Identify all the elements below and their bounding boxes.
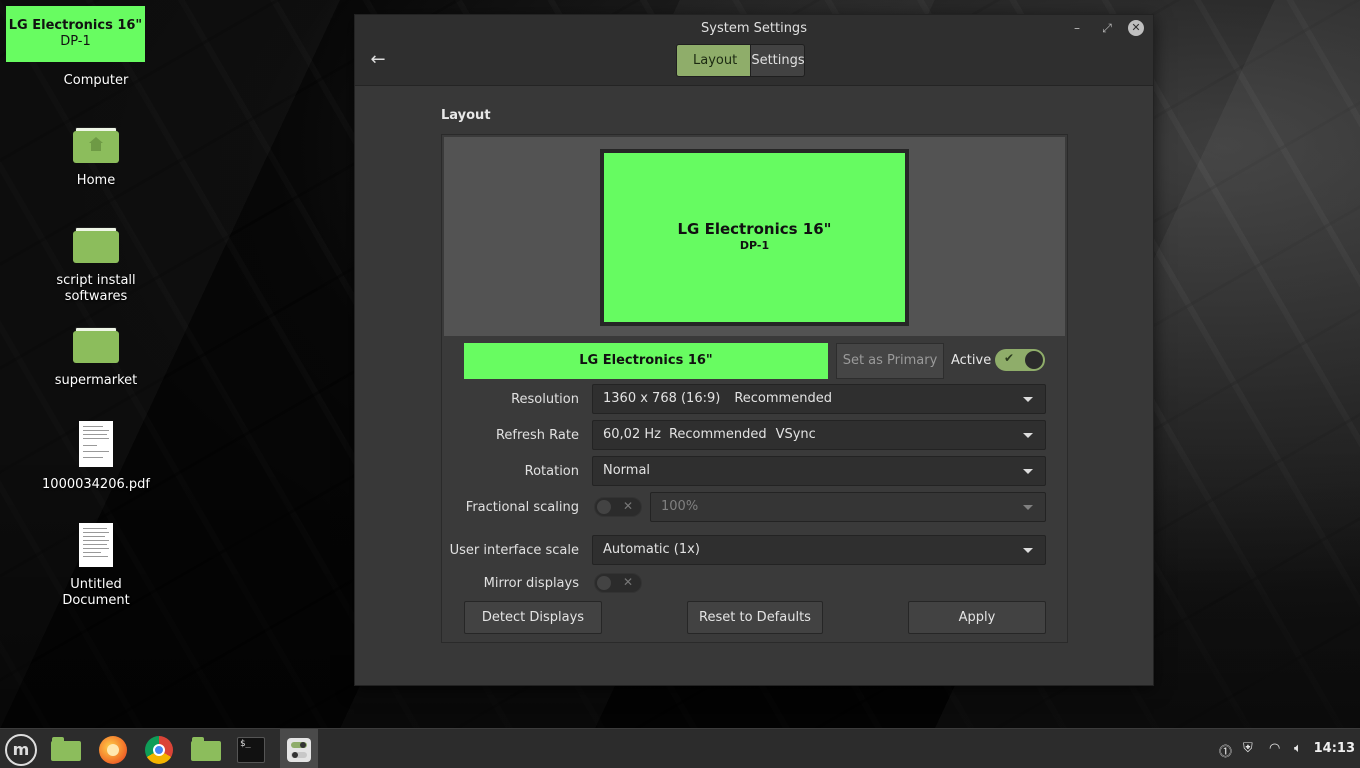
refresh-rate-vsync: VSync <box>775 427 816 442</box>
toggle-knob <box>597 500 611 514</box>
tab-layout[interactable]: Layout <box>676 44 751 77</box>
monitor-preview[interactable]: LG Electronics 16" DP-1 <box>600 149 909 326</box>
close-icon[interactable]: ✕ <box>1128 20 1144 36</box>
desktop-icon-label: supermarket <box>54 373 138 388</box>
folder-icon <box>73 227 119 263</box>
window-titlebar[interactable]: System Settings – ⤢ ✕ ← Layout Settings <box>355 15 1153 86</box>
view-switcher: Layout Settings <box>676 44 805 77</box>
detect-displays-button[interactable]: Detect Displays <box>464 601 602 634</box>
x-icon: ✕ <box>622 499 633 513</box>
monitor-arrangement-area[interactable]: LG Electronics 16" DP-1 <box>444 137 1065 336</box>
taskbar: m $_ ⓵ ⛨ ◠ 🔈︎ 14:13 <box>0 728 1360 768</box>
chrome-icon[interactable] <box>142 733 176 767</box>
desktop-icon-supermarket[interactable]: supermarket <box>41 327 151 389</box>
set-as-primary-button[interactable]: Set as Primary <box>836 343 944 379</box>
pdf-document-icon <box>79 421 113 467</box>
dropdown-arrow-icon <box>1023 469 1033 474</box>
mint-menu-icon[interactable]: m <box>5 734 37 766</box>
resolution-recommended: Recommended <box>734 391 832 406</box>
monitor-screen: LG Electronics 16" DP-1 <box>604 153 905 322</box>
system-settings-window: System Settings – ⤢ ✕ ← Layout Settings … <box>354 14 1154 686</box>
clock[interactable]: 14:13 <box>1314 741 1355 756</box>
reset-to-defaults-button[interactable]: Reset to Defaults <box>687 601 823 634</box>
minimize-icon[interactable]: – <box>1069 20 1085 36</box>
window-title: System Settings <box>701 21 807 36</box>
ui-scale-dropdown[interactable]: Automatic (1x) <box>592 535 1046 565</box>
display-layout-frame: LG Electronics 16" DP-1 LG Electronics 1… <box>441 134 1068 643</box>
monitor-name: LG Electronics 16" <box>677 220 832 238</box>
system-settings-taskbar-icon[interactable] <box>280 729 318 768</box>
tab-settings-label: Settings <box>751 53 805 68</box>
desktop-icon-home[interactable]: Home <box>41 127 151 189</box>
file-manager-icon[interactable] <box>188 733 222 767</box>
dropdown-arrow-icon <box>1023 397 1033 402</box>
display-identify-name: LG Electronics 16" <box>8 18 143 33</box>
text-document-icon <box>79 523 113 567</box>
refresh-rate-label: Refresh Rate <box>495 428 579 443</box>
toggle-knob <box>597 576 611 590</box>
display-identify-label: LG Electronics 16" DP-1 <box>6 6 145 62</box>
rotation-dropdown[interactable]: Normal <box>592 456 1046 486</box>
firefox-icon[interactable] <box>96 733 130 767</box>
x-icon: ✕ <box>622 575 633 589</box>
desktop-icon-script-install[interactable]: script install softwares <box>41 227 151 305</box>
fractional-scaling-dropdown: 100% <box>650 492 1046 522</box>
active-toggle[interactable]: ✔ <box>995 349 1045 371</box>
dropdown-arrow-icon <box>1023 548 1033 553</box>
files-launcher-icon[interactable] <box>48 733 82 767</box>
dropdown-arrow-icon <box>1023 433 1033 438</box>
maximize-icon[interactable]: ⤢ <box>1099 20 1115 36</box>
tab-settings[interactable]: Settings <box>751 44 805 77</box>
mirror-displays-toggle[interactable]: ✕ <box>594 573 642 593</box>
apply-button[interactable]: Apply <box>908 601 1046 634</box>
volume-icon[interactable]: 🔈︎ <box>1294 741 1302 756</box>
back-arrow-icon[interactable]: ← <box>367 49 389 71</box>
selected-display-name: LG Electronics 16" <box>464 343 828 379</box>
desktop-icon-label: 1000034206.pdf <box>42 477 150 492</box>
update-manager-icon[interactable]: ⓵ <box>1219 741 1232 760</box>
dropdown-arrow-icon <box>1023 505 1033 510</box>
desktop-icon-label: script install softwares <box>56 273 136 304</box>
refresh-rate-dropdown[interactable]: 60,02 Hz Recommended VSync <box>592 420 1046 450</box>
display-identify-connector: DP-1 <box>60 34 91 49</box>
desktop-icon-label: Untitled Document <box>62 577 130 608</box>
wifi-icon[interactable]: ◠ <box>1269 741 1280 756</box>
rotation-label: Rotation <box>524 464 579 479</box>
refresh-rate-recommended: Recommended <box>668 427 767 442</box>
mirror-displays-label: Mirror displays <box>483 576 579 591</box>
desktop-icon-untitled-document[interactable]: Untitled Document <box>41 523 151 609</box>
toggle-knob <box>1025 351 1043 369</box>
resolution-label: Resolution <box>511 392 579 407</box>
refresh-rate-value: 60,02 Hz <box>603 427 661 442</box>
desktop-icon-label: Home <box>76 173 116 188</box>
terminal-icon[interactable]: $_ <box>234 733 268 767</box>
ui-scale-label: User interface scale <box>449 543 579 558</box>
desktop-icon-pdf[interactable]: 1000034206.pdf <box>41 421 151 493</box>
active-label: Active <box>951 353 992 368</box>
fractional-scaling-value: 100% <box>661 499 699 514</box>
fractional-scaling-label: Fractional scaling <box>465 500 579 515</box>
rotation-value: Normal <box>603 463 651 478</box>
folder-icon <box>73 327 119 363</box>
check-icon: ✔ <box>1004 351 1015 365</box>
desktop-icon-label: Computer <box>63 73 129 88</box>
fractional-scaling-toggle[interactable]: ✕ <box>594 497 642 517</box>
home-folder-icon <box>73 127 119 163</box>
resolution-value: 1360 x 768 (16:9) <box>603 391 721 406</box>
ui-scale-value: Automatic (1x) <box>603 542 700 557</box>
monitor-connector: DP-1 <box>739 239 770 252</box>
section-title: Layout <box>441 108 491 123</box>
shield-icon[interactable]: ⛨ <box>1243 741 1253 756</box>
resolution-dropdown[interactable]: 1360 x 768 (16:9) Recommended <box>592 384 1046 414</box>
